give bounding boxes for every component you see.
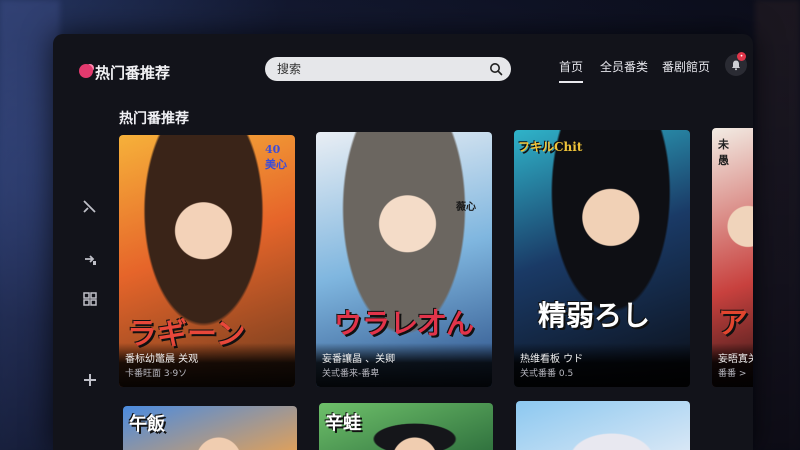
card-subtitle: 番番 > bbox=[718, 369, 747, 379]
anime-card[interactable]: 辛蛙 bbox=[319, 403, 493, 450]
sword-icon[interactable] bbox=[81, 198, 99, 216]
arrow-icon[interactable] bbox=[81, 250, 99, 268]
poster-tag: 40 美心 bbox=[265, 143, 287, 171]
anime-card[interactable] bbox=[516, 401, 690, 450]
nav-home[interactable]: 首页 bbox=[559, 58, 584, 83]
card-subtitle: 关弎番来-番卑 bbox=[322, 369, 380, 379]
grid-icon[interactable] bbox=[81, 290, 99, 308]
section-title: 热门番推荐 bbox=[119, 111, 189, 127]
anime-card[interactable]: ラギーン 40 美心 番标幼鼈晨 关观 卡番旺面 3·9ソ bbox=[119, 135, 295, 387]
search-input[interactable] bbox=[265, 57, 511, 81]
background-poster-right bbox=[755, 0, 800, 450]
poster-caption: 精弱ろし bbox=[538, 299, 651, 332]
poster-caption: ウラレ才ん bbox=[334, 307, 475, 340]
card-subtitle: 关弎番番 0.5 bbox=[520, 369, 574, 379]
logo-icon bbox=[79, 64, 93, 78]
anime-card[interactable]: ア 未愚 妄晤寘关 番番 > bbox=[712, 128, 753, 387]
poster-caption: ア bbox=[718, 306, 748, 341]
nav-library[interactable]: 番剧館页 bbox=[662, 58, 710, 75]
card-title: 番标幼鼈晨 关观 bbox=[125, 354, 199, 365]
app-window: 热门番推荐 首页 全员番类 番剧館页 • 热门番推荐 bbox=[53, 34, 753, 450]
card-title: 妄晤寘关 bbox=[718, 354, 753, 365]
nav-all-categories[interactable]: 全员番类 bbox=[600, 58, 648, 75]
app-logo-text[interactable]: 热门番推荐 bbox=[95, 62, 170, 83]
poster-tag: 薇心 bbox=[456, 202, 476, 213]
anime-card[interactable]: 精弱ろし フキルChit 热维看板 ウド 关弎番番 0.5 bbox=[514, 130, 690, 387]
background-poster-left bbox=[0, 0, 60, 450]
card-title: 热维看板 ウド bbox=[520, 354, 584, 365]
poster-tag: フキルChit bbox=[518, 140, 583, 154]
anime-card[interactable]: 午飯 bbox=[123, 406, 297, 450]
add-icon[interactable] bbox=[81, 371, 99, 389]
poster-tag: 辛蛙 bbox=[325, 413, 361, 434]
top-bar: 热门番推荐 首页 全员番类 番剧館页 • bbox=[53, 34, 753, 104]
poster-image bbox=[516, 401, 690, 450]
notification-badge: • bbox=[737, 52, 746, 61]
search-icon[interactable] bbox=[489, 62, 503, 76]
anime-card[interactable]: ウラレ才ん 薇心 妄番讓晶 、关卿 关弎番来-番卑 bbox=[316, 132, 492, 387]
card-subtitle: 卡番旺面 3·9ソ bbox=[125, 369, 188, 379]
poster-tag: 未愚 bbox=[718, 138, 729, 167]
card-title: 妄番讓晶 、关卿 bbox=[322, 354, 396, 365]
poster-tag: 午飯 bbox=[129, 414, 165, 435]
